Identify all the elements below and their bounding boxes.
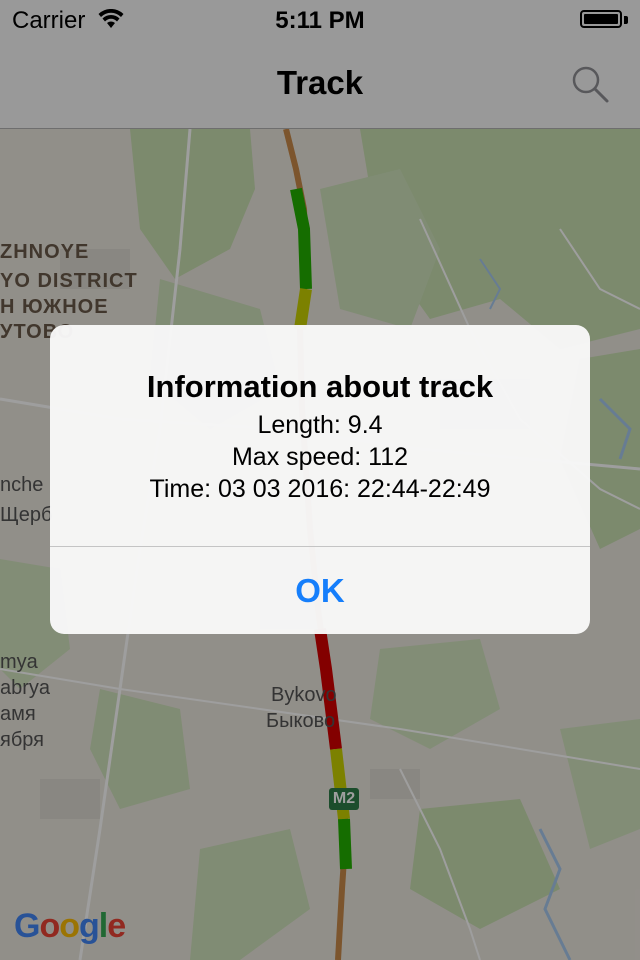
track-length: Length: 9.4 bbox=[257, 411, 383, 439]
track-max-speed: Max speed: 112 bbox=[231, 443, 409, 471]
track-info-alert: Information about track Length: 9.4 Max … bbox=[50, 325, 590, 634]
alert-title: Information about track bbox=[146, 369, 494, 404]
ok-button[interactable]: OK bbox=[50, 547, 590, 634]
track-time: Time: 03 03 2016: 22:44-22:49 bbox=[149, 475, 491, 503]
